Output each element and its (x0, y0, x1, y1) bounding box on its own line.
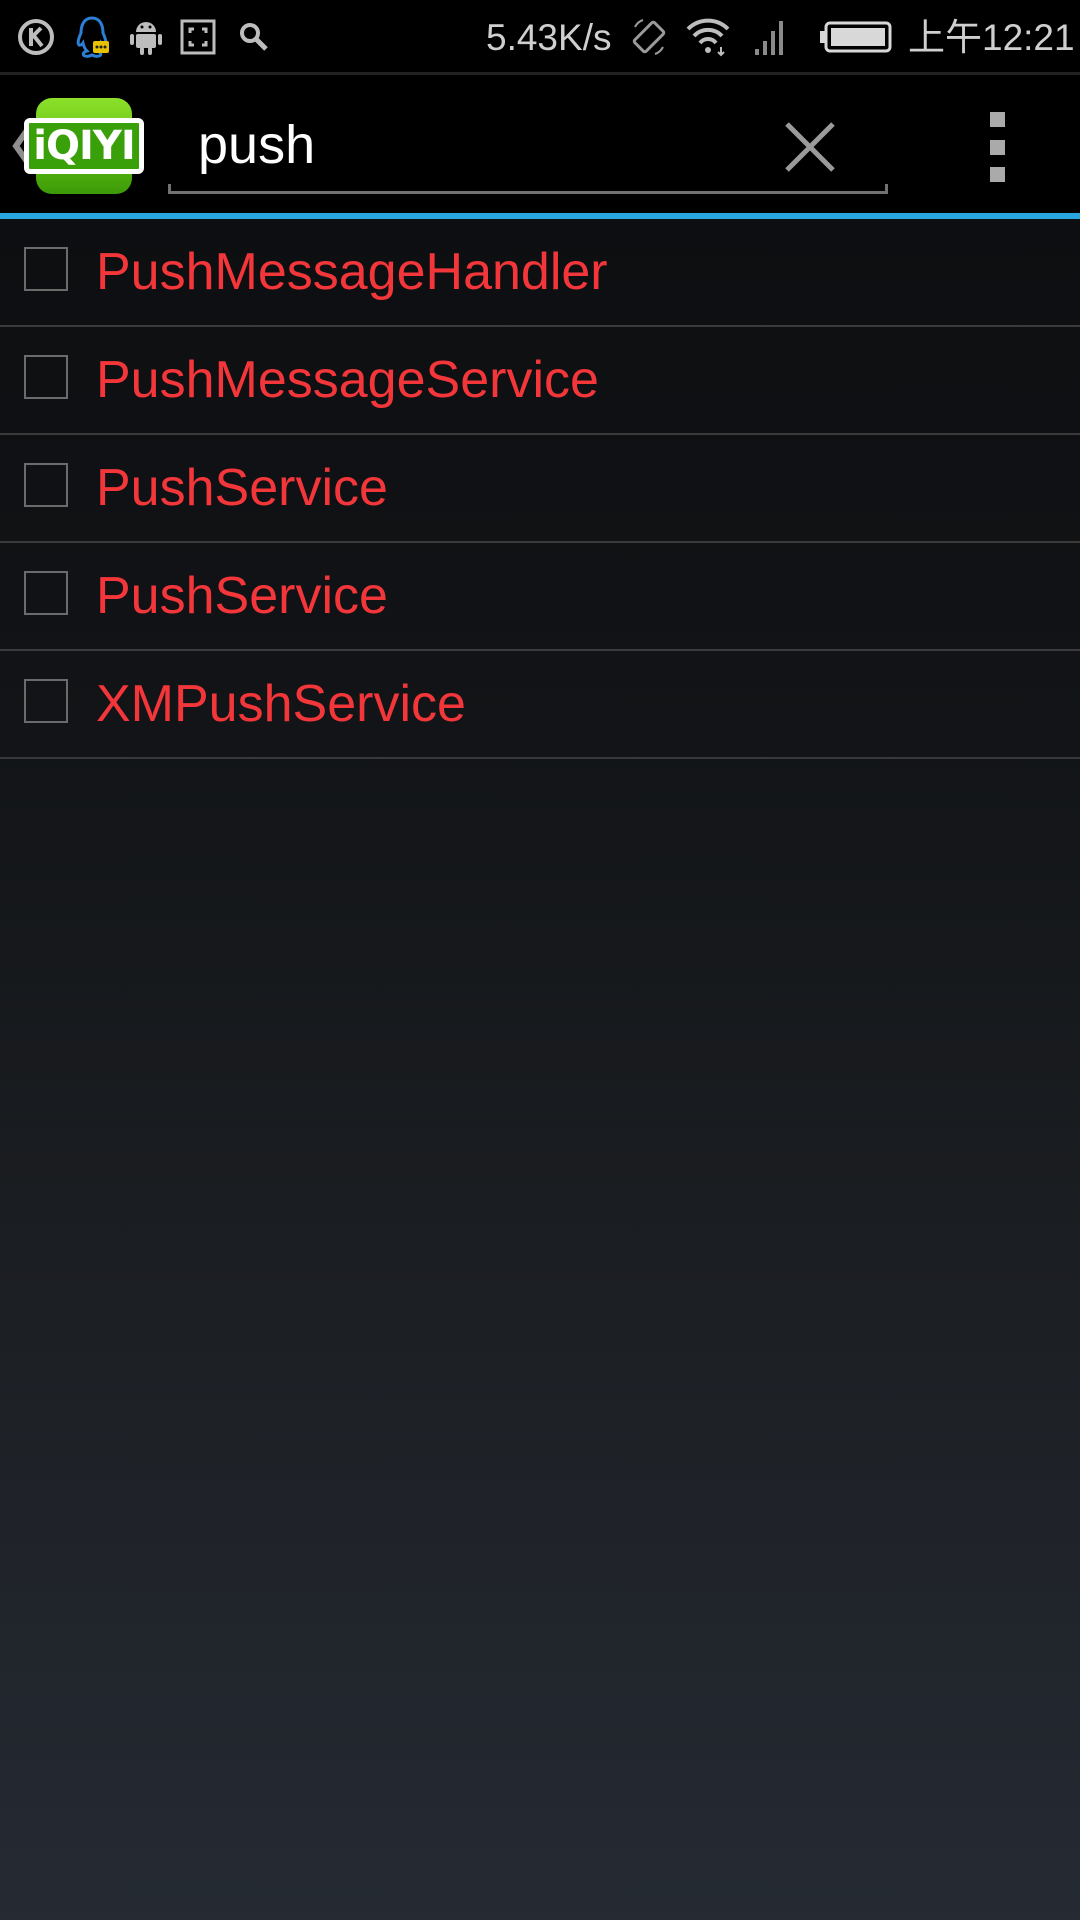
app-logo[interactable]: iQIYI (24, 98, 144, 194)
list-item[interactable]: XMPushService (0, 651, 1080, 759)
item-label: PushMessageService (96, 351, 599, 409)
list-item[interactable]: PushMessageHandler (0, 219, 1080, 327)
k-circle-icon (16, 14, 56, 60)
rotate-icon (628, 14, 670, 60)
list-item[interactable]: PushMessageService (0, 327, 1080, 435)
overflow-dot (989, 139, 1005, 155)
app-logo-text: iQIYI (24, 118, 144, 174)
battery-icon (818, 14, 894, 60)
item-label: PushService (96, 459, 388, 517)
item-checkbox[interactable] (24, 571, 68, 615)
close-icon (785, 122, 835, 172)
list-item[interactable]: PushService (0, 435, 1080, 543)
item-label: PushService (96, 567, 388, 625)
overflow-dot (989, 112, 1005, 127)
search-underline-right-tick (885, 184, 888, 194)
overflow-dot (989, 167, 1005, 182)
results-list: PushMessageHandler PushMessageService Pu… (0, 219, 1080, 759)
network-speed: 5.43K/s (486, 17, 612, 58)
status-time: 上午12:21 (908, 17, 1075, 58)
overflow-menu-button[interactable] (975, 112, 1019, 182)
item-label: PushMessageHandler (96, 243, 608, 301)
item-checkbox[interactable] (24, 247, 68, 291)
item-label: XMPushService (96, 675, 466, 733)
android-icon (126, 14, 166, 60)
screen: 5.43K/s 上午12:21 iQIYI push PushMessageHa… (0, 0, 1080, 1920)
item-checkbox[interactable] (24, 463, 68, 507)
list-item[interactable]: PushService (0, 543, 1080, 651)
item-checkbox[interactable] (24, 679, 68, 723)
status-bar: 5.43K/s 上午12:21 (0, 0, 1080, 75)
clear-search-button[interactable] (775, 112, 845, 182)
search-icon (234, 14, 274, 60)
search-underline (168, 191, 888, 194)
qq-icon (72, 14, 112, 60)
screenshot-icon (178, 14, 218, 60)
search-underline-left-tick (168, 184, 171, 194)
wifi-icon (684, 14, 732, 60)
search-input[interactable] (168, 100, 728, 190)
signal-icon (750, 14, 790, 60)
item-checkbox[interactable] (24, 355, 68, 399)
